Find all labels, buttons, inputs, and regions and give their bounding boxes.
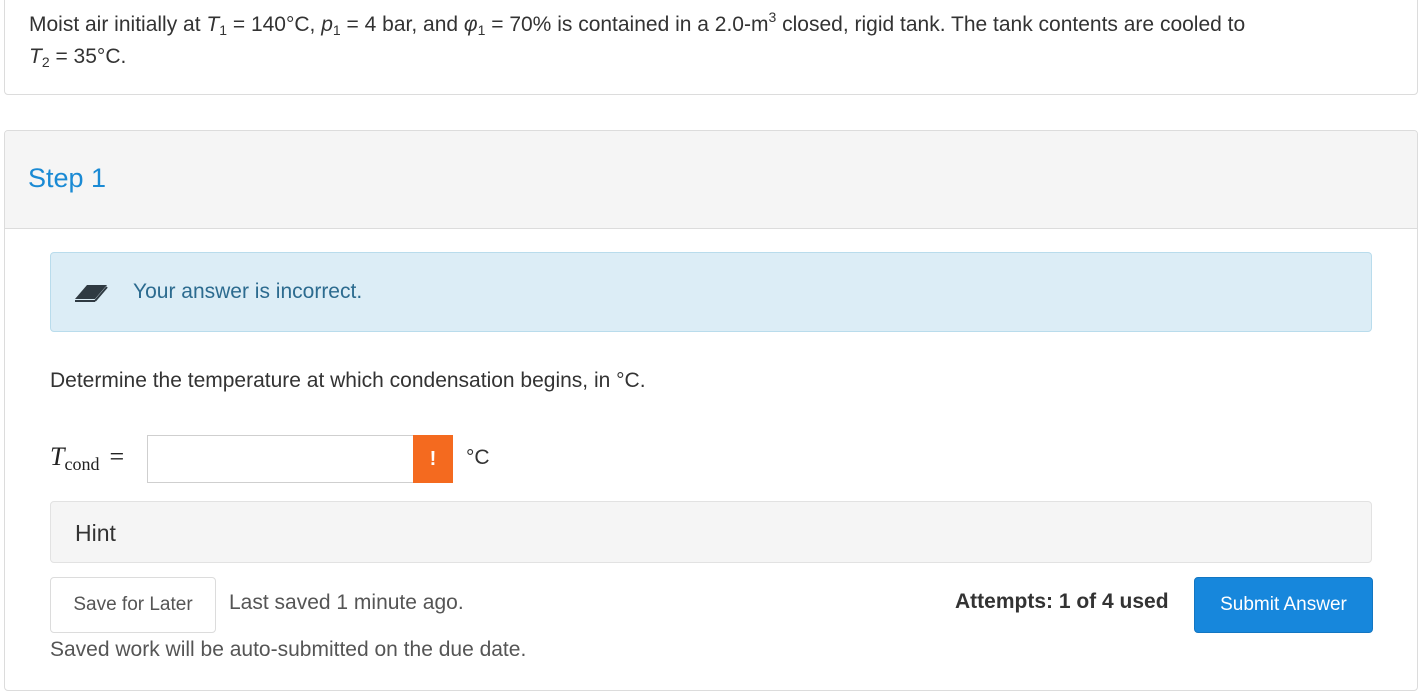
exclamation-icon: ! [413, 435, 453, 483]
variable-label: Tcond = [50, 442, 124, 475]
hint-toggle[interactable]: Hint [50, 501, 1372, 563]
submit-answer-button[interactable]: Submit Answer [1194, 577, 1373, 633]
save-for-later-button[interactable]: Save for Later [50, 577, 216, 633]
answer-input[interactable] [147, 435, 415, 483]
variable-subscript: cond [64, 454, 100, 474]
last-saved-status: Last saved 1 minute ago. [229, 591, 464, 614]
attempts-counter: Attempts: 1 of 4 used [955, 590, 1169, 613]
unit-label: °C [466, 446, 490, 469]
problem-statement: Moist air initially at T1 = 140°C, p1 = … [29, 9, 1399, 73]
hint-label: Hint [75, 520, 116, 546]
problem-card: Moist air initially at T1 = 140°C, p1 = … [4, 0, 1418, 95]
incorrect-answer-alert: Your answer is incorrect. [50, 252, 1372, 332]
step-card: Step 1 Your answer is incorrect. Determi… [4, 130, 1418, 691]
problem-line-1: Moist air initially at T1 = 140°C, p1 = … [29, 9, 1246, 38]
alert-message: Your answer is incorrect. [133, 280, 363, 303]
autosubmit-note: Saved work will be auto-submitted on the… [50, 638, 527, 661]
problem-line-2: T2 = 35°C. [29, 45, 127, 70]
question-text: Determine the temperature at which conde… [50, 369, 646, 392]
eraser-icon [75, 285, 108, 302]
variable-symbol: T [50, 442, 65, 471]
step-header: Step 1 [5, 131, 1417, 229]
equals-sign: = [109, 442, 125, 471]
step-title: Step 1 [28, 163, 107, 193]
